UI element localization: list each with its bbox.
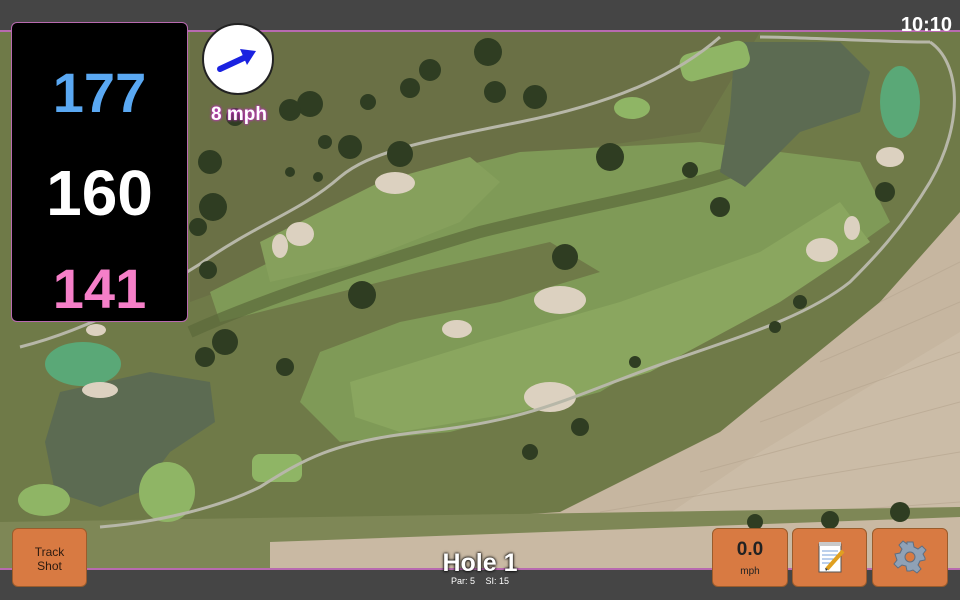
- wind-speed: 8 mph: [211, 104, 267, 125]
- middle-distance: 160: [46, 157, 153, 229]
- speed-value: 0.0: [736, 539, 764, 560]
- speed-unit: mph: [740, 566, 760, 577]
- wind-direction-arrow-icon: [217, 49, 256, 72]
- clock-time: 10:10: [900, 14, 952, 36]
- wind-indicator: [202, 23, 274, 95]
- hole-stroke-index: SI: 15: [485, 576, 510, 586]
- speed-button[interactable]: 0.0 mph: [712, 528, 788, 587]
- track-shot-label-line1: Track: [34, 545, 65, 559]
- notepad-icon: [818, 542, 845, 573]
- hole-par: Par: 5: [450, 576, 475, 586]
- distance-panel: 177 160 141: [11, 22, 188, 322]
- notes-button[interactable]: [792, 528, 867, 587]
- front-distance: 141: [52, 257, 147, 320]
- back-distance: 177: [52, 61, 147, 124]
- track-shot-button[interactable]: Track Shot: [12, 528, 87, 587]
- hole-title: Hole 1: [442, 549, 518, 577]
- settings-button[interactable]: [872, 528, 948, 587]
- hole-info: Par: 5 SI: 15: [380, 576, 580, 586]
- gear-icon: [893, 540, 927, 574]
- track-shot-label-line2: Shot: [37, 559, 62, 573]
